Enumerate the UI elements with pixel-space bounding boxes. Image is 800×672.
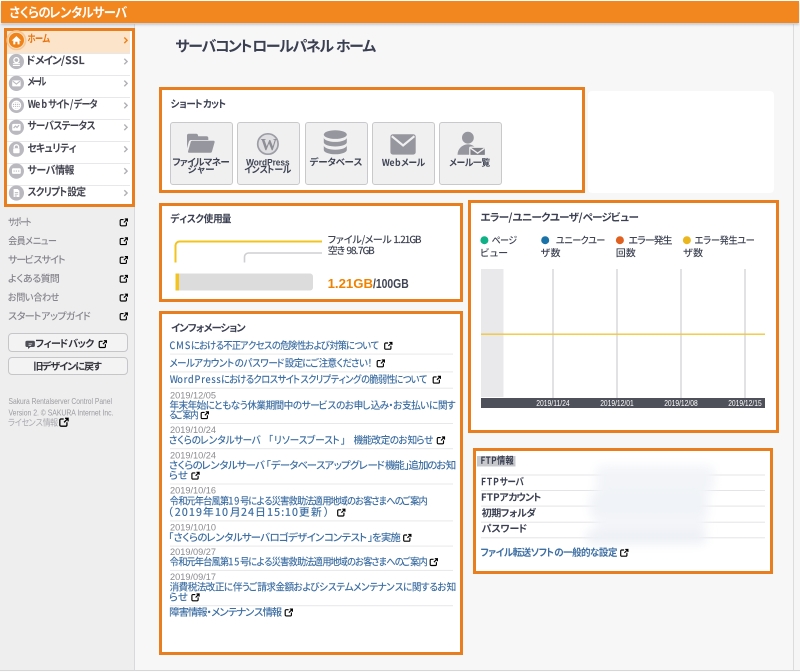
svg-text:2019/10/16: 2019/10/16: [170, 486, 216, 496]
svg-text:W: W: [261, 135, 278, 154]
svg-text:2019/09/17: 2019/09/17: [170, 572, 216, 582]
svg-text:1.21GB: 1.21GB: [328, 276, 373, 291]
svg-text:2019/11/24: 2019/11/24: [536, 399, 570, 408]
svg-text:2019/10/10: 2019/10/10: [170, 523, 216, 533]
svg-text:2019/10/24: 2019/10/24: [170, 425, 216, 435]
svg-text:2019/12/01: 2019/12/01: [600, 399, 634, 408]
svg-text:Version 2. © SAKURA Internet I: Version 2. © SAKURA Internet Inc.: [9, 409, 114, 418]
svg-text:2019/10/24: 2019/10/24: [170, 450, 216, 460]
svg-text:2019/12/15: 2019/12/15: [728, 399, 762, 408]
svg-text:2019/09/27: 2019/09/27: [170, 547, 216, 557]
svg-text:2019/12/05: 2019/12/05: [170, 390, 216, 400]
svg-text:2019/12/08: 2019/12/08: [664, 399, 698, 408]
svg-text:Sakura Rentalserver Control Pa: Sakura Rentalserver Control Panel: [9, 397, 113, 406]
svg-text:WordPress: WordPress: [246, 157, 290, 167]
svg-text:/100GB: /100GB: [373, 276, 409, 291]
